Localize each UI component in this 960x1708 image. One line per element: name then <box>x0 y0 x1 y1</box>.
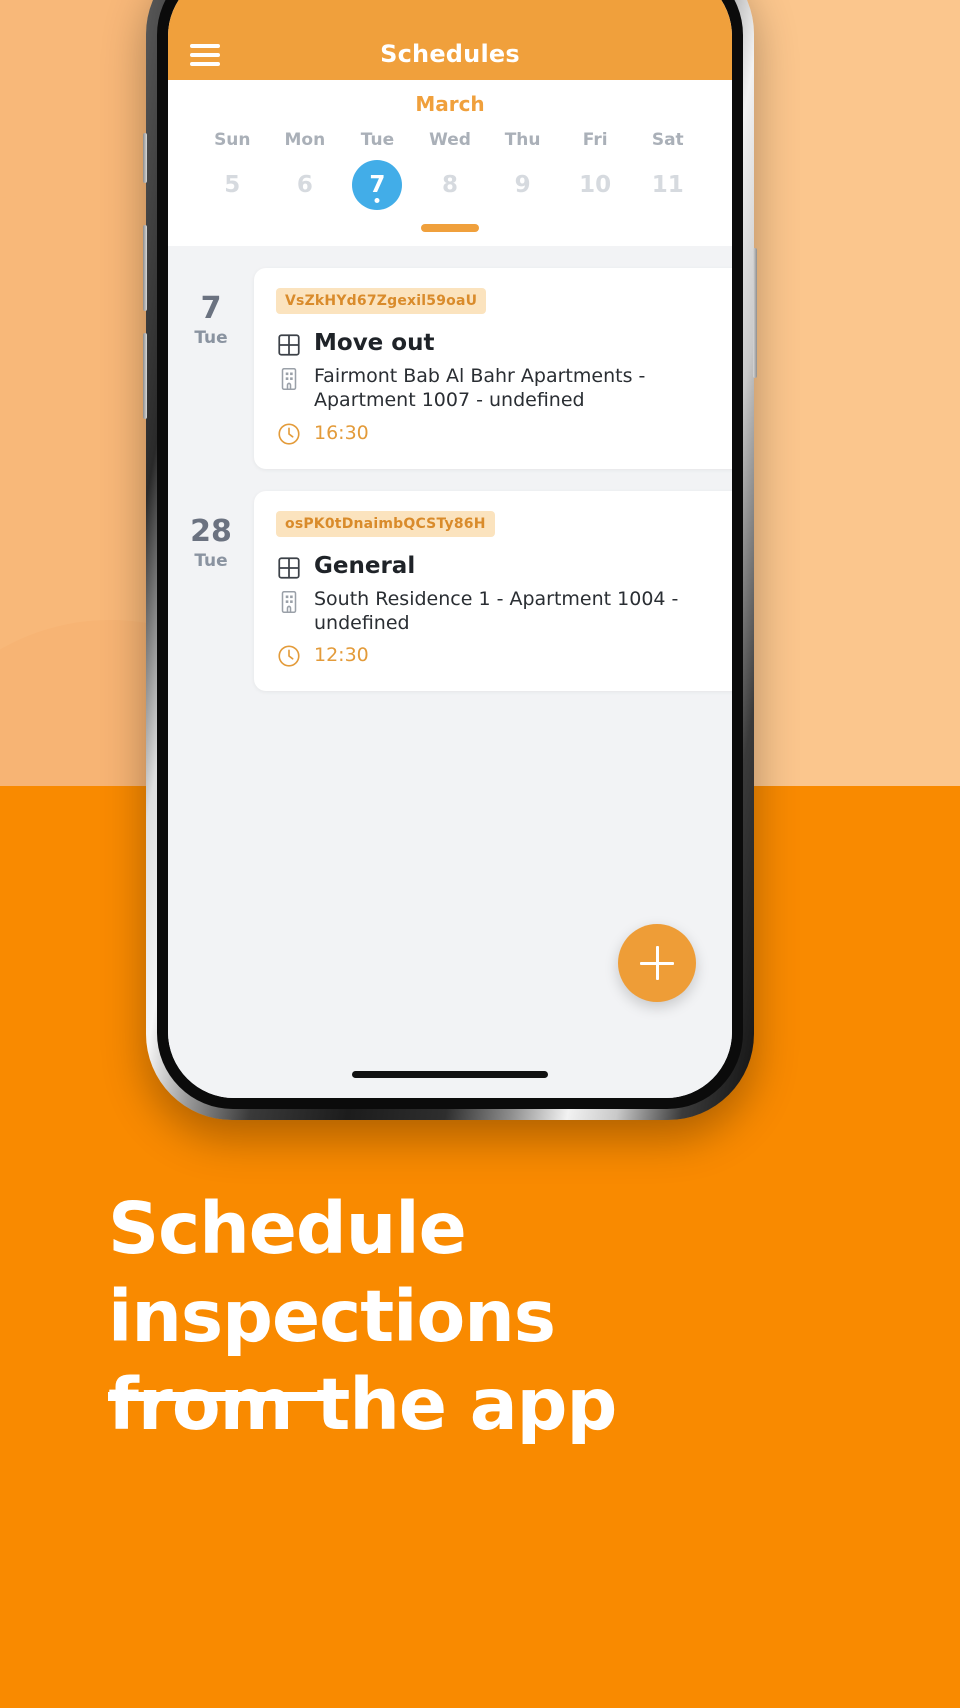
page-title: Schedules <box>380 40 520 68</box>
calendar-date-number: 6 <box>296 172 313 198</box>
add-schedule-fab[interactable] <box>618 924 696 1002</box>
calendar-expand-handle[interactable] <box>421 224 479 232</box>
list-item[interactable]: 28 Tue osPK0tDnaimbQCSTy86H General Sout… <box>168 469 732 692</box>
schedule-type: General <box>314 552 416 579</box>
phone-button-power <box>753 248 757 378</box>
phone-mockup: Schedules March Sun 5 Mon 6 Tue 7 Wed 8 … <box>143 0 757 1120</box>
plus-icon <box>655 946 659 980</box>
phone-screen: Schedules March Sun 5 Mon 6 Tue 7 Wed 8 … <box>168 0 732 1098</box>
calendar-dow-label: Thu <box>504 130 541 150</box>
schedule-time: 16:30 <box>314 421 369 444</box>
schedule-type-row: Move out <box>276 330 720 358</box>
clock-icon <box>278 423 300 445</box>
calendar-date-number: 7 <box>352 160 403 210</box>
calendar-dow-label: Sun <box>214 130 251 150</box>
home-indicator <box>352 1071 548 1078</box>
calendar-weekday-row: Sun 5 Mon 6 Tue 7 Wed 8 Thu 9 Fri 10 Sat… <box>168 130 732 210</box>
schedule-date-column: 7 Tue <box>168 268 254 349</box>
schedule-type: Move out <box>314 330 435 356</box>
phone-button-mute <box>143 133 147 183</box>
calendar-day-mon[interactable]: Mon 6 <box>269 130 342 210</box>
schedule-day-name: Tue <box>194 328 228 348</box>
schedule-day-number: 28 <box>190 513 232 549</box>
calendar-day-tue-selected[interactable]: Tue 7 <box>341 130 414 210</box>
calendar-strip: March Sun 5 Mon 6 Tue 7 Wed 8 Thu 9 Fri … <box>168 80 732 246</box>
calendar-day-fri[interactable]: Fri 10 <box>559 130 632 210</box>
schedule-time-row: 12:30 <box>276 641 720 669</box>
schedule-date-column: 28 Tue <box>168 491 254 571</box>
calendar-month-label: March <box>415 92 485 116</box>
phone-button-volume-up <box>143 225 147 311</box>
calendar-date-number: 8 <box>442 172 459 198</box>
calendar-day-wed[interactable]: Wed 8 <box>414 130 487 210</box>
calendar-day-thu[interactable]: Thu 9 <box>486 130 559 210</box>
calendar-dow-label: Fri <box>582 130 608 150</box>
schedule-location-row: Fairmont Bab Al Bahr Apartments - Apartm… <box>276 364 720 413</box>
schedule-card[interactable]: osPK0tDnaimbQCSTy86H General South Resid… <box>254 490 732 692</box>
phone-button-volume-down <box>143 333 147 419</box>
grid-icon <box>278 334 300 356</box>
calendar-date-number: 5 <box>224 172 241 198</box>
list-item[interactable]: 7 Tue VsZkHYd67Zgexil59oaU Move out Fair… <box>168 246 732 469</box>
phone-bezel: Schedules March Sun 5 Mon 6 Tue 7 Wed 8 … <box>157 0 743 1109</box>
schedule-location-row: South Residence 1 - Apartment 1004 - und… <box>276 587 720 636</box>
calendar-dow-label: Sat <box>651 130 684 150</box>
status-badge: VsZkHYd67Zgexil59oaU <box>276 288 487 314</box>
app-bar: Schedules <box>168 0 732 80</box>
calendar-date-number: 9 <box>514 172 531 198</box>
schedule-card[interactable]: VsZkHYd67Zgexil59oaU Move out Fairmont B… <box>254 268 732 469</box>
grid-icon <box>278 557 300 579</box>
calendar-bottom-padding <box>168 232 732 246</box>
calendar-date-number: 11 <box>651 172 684 198</box>
status-badge: osPK0tDnaimbQCSTy86H <box>276 510 495 537</box>
schedule-time-row: 16:30 <box>276 419 720 447</box>
schedule-day-number: 7 <box>200 291 222 326</box>
schedule-location: Fairmont Bab Al Bahr Apartments - Apartm… <box>314 365 646 412</box>
promo-headline-line-1: Schedule inspections <box>108 1187 556 1359</box>
schedule-type-row: General <box>276 553 720 581</box>
schedule-location: South Residence 1 - Apartment 1004 - und… <box>314 587 679 634</box>
calendar-dow-label: Tue <box>360 130 395 150</box>
calendar-dow-label: Mon <box>284 130 326 150</box>
clock-icon <box>278 645 300 667</box>
promo-headline-line-2: from the app <box>108 1363 617 1447</box>
promo-headline: Schedule inspections from the app <box>108 1185 898 1449</box>
promo-underline <box>108 1392 324 1401</box>
calendar-dow-label: Wed <box>429 130 471 150</box>
calendar-day-sat[interactable]: Sat 11 <box>631 130 704 210</box>
building-icon <box>281 590 297 613</box>
schedule-time: 12:30 <box>314 644 369 667</box>
building-icon <box>281 367 297 391</box>
schedule-list[interactable]: 7 Tue VsZkHYd67Zgexil59oaU Move out Fair… <box>168 246 732 1098</box>
calendar-day-sun[interactable]: Sun 5 <box>196 130 269 210</box>
calendar-date-number: 10 <box>579 172 612 198</box>
schedule-day-name: Tue <box>194 550 228 571</box>
